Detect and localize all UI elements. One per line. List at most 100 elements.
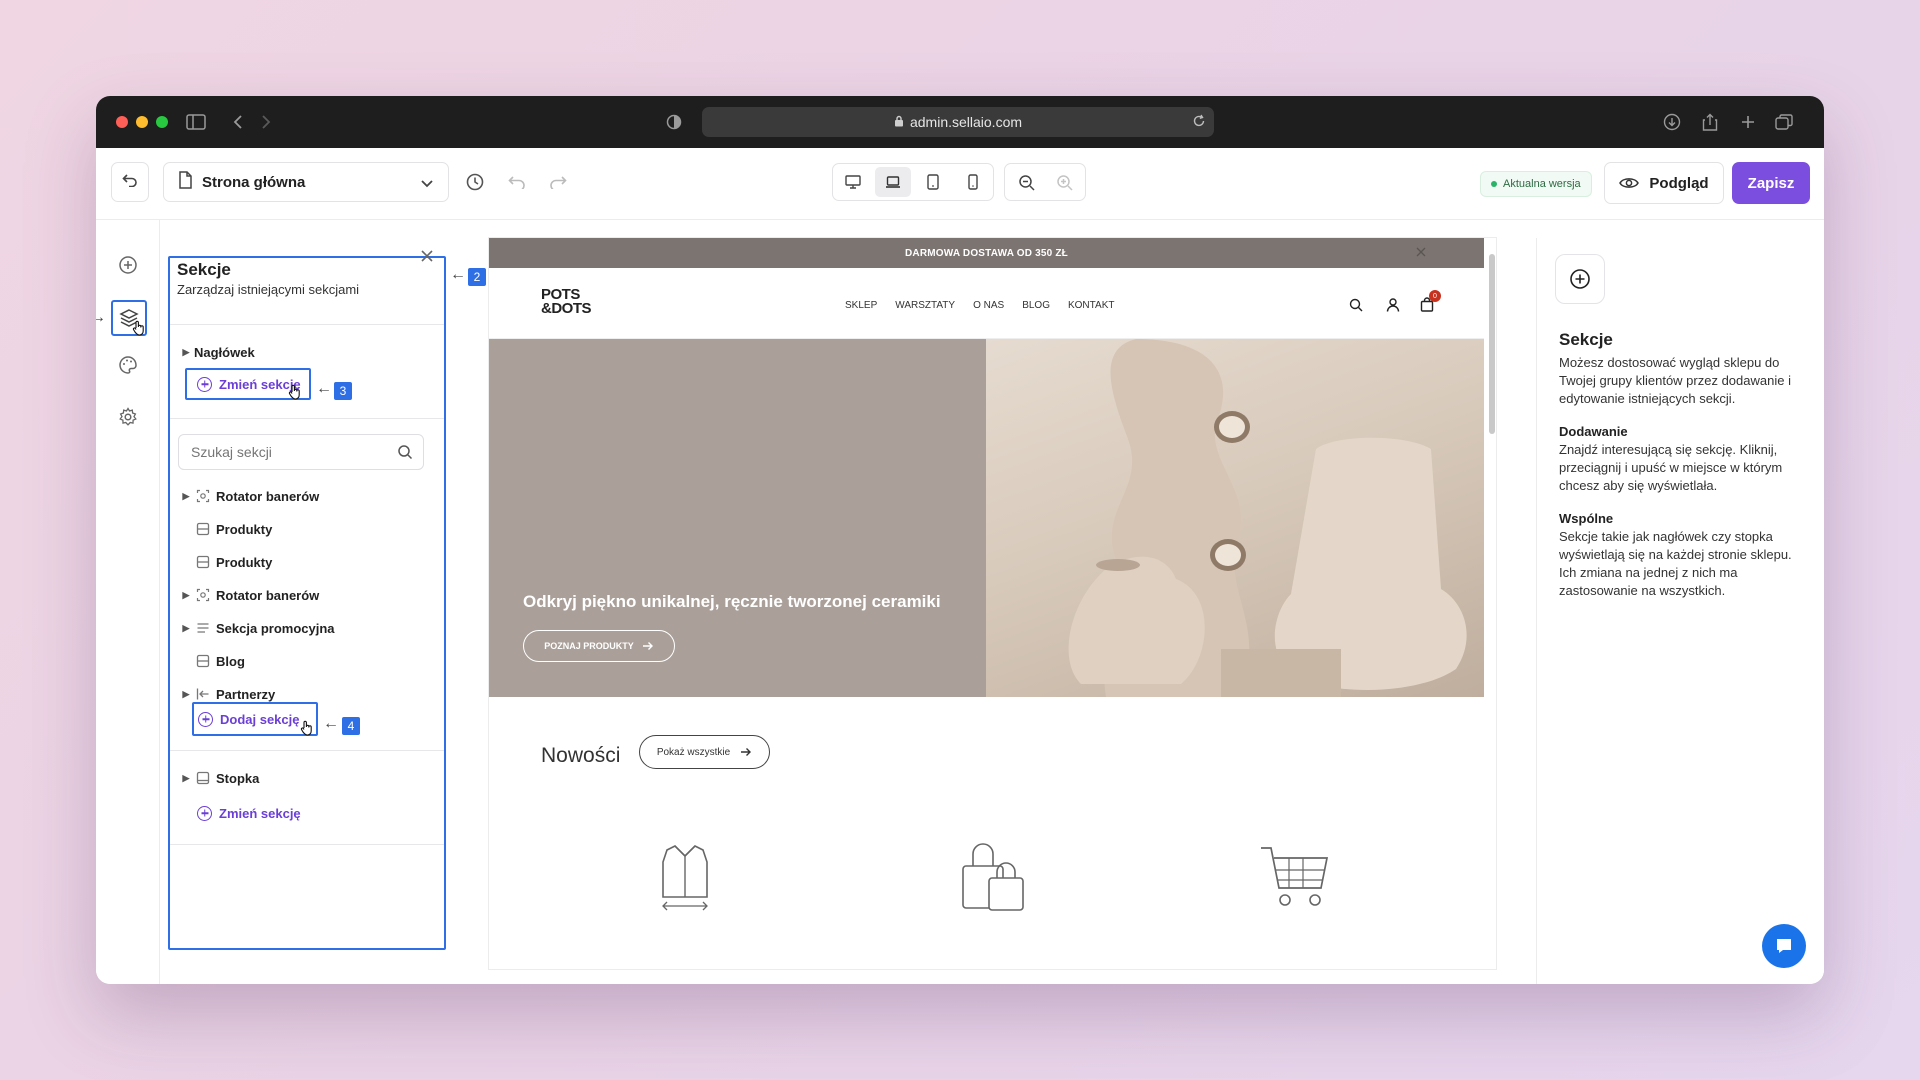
sidebar-toggle-icon[interactable] (184, 110, 208, 134)
layers-tool-button[interactable] (111, 300, 147, 336)
store-nav-link[interactable]: SKLEP (845, 300, 877, 311)
divider (170, 324, 444, 325)
minimize-window-button[interactable] (136, 116, 148, 128)
tablet-icon (927, 174, 939, 190)
section-header-row[interactable]: ▶ Nagłówek (178, 338, 255, 366)
desktop-view-button[interactable] (837, 168, 869, 196)
editor-toolbar: Strona główna Aktualna wersja Podgląd Za… (96, 148, 1824, 220)
add-section-button[interactable]: Dodaj sekcję (192, 702, 318, 736)
zoom-controls (1004, 163, 1086, 201)
change-header-section-button[interactable]: Zmień sekcję (185, 368, 311, 400)
section-label: Rotator banerów (216, 488, 320, 504)
zoom-out-button[interactable] (1013, 169, 1041, 197)
section-row[interactable]: Blog (178, 647, 245, 675)
chat-button[interactable] (1762, 924, 1806, 968)
theme-tool-button[interactable] (113, 350, 143, 380)
new-products-title: Nowości (541, 744, 621, 767)
forward-icon[interactable] (254, 110, 278, 134)
section-label: Stopka (216, 770, 260, 786)
palette-icon (119, 356, 137, 374)
history-icon (466, 173, 484, 191)
show-all-button[interactable]: Pokaż wszystkie (639, 735, 770, 769)
tabs-overview-icon[interactable] (1772, 110, 1796, 134)
page-select[interactable]: Strona główna (163, 162, 449, 202)
help-adding-title: Dodawanie (1559, 424, 1628, 439)
close-window-button[interactable] (116, 116, 128, 128)
search-input[interactable] (191, 444, 381, 460)
divider (170, 750, 444, 751)
exit-button[interactable] (111, 162, 149, 202)
page-select-label: Strona główna (202, 173, 306, 191)
section-row[interactable]: ▶ Rotator banerów (178, 581, 320, 609)
store-logo[interactable]: POTS &DOTS (541, 287, 592, 316)
store-nav-link[interactable]: WARSZTATY (895, 300, 955, 311)
section-icon (194, 553, 212, 571)
status-dot-icon (1491, 181, 1497, 187)
annotation-badge-4: 4 (342, 717, 360, 735)
download-icon[interactable] (1660, 110, 1684, 134)
panel-title: Sekcje (177, 260, 231, 279)
section-row[interactable]: Produkty (178, 548, 272, 576)
caret-right-icon[interactable]: ▶ (178, 590, 194, 601)
store-nav-link[interactable]: BLOG (1022, 300, 1050, 311)
user-icon[interactable] (1386, 298, 1400, 317)
new-tab-icon[interactable] (1736, 110, 1760, 134)
show-all-label: Pokaż wszystkie (656, 746, 731, 758)
maximize-window-button[interactable] (156, 116, 168, 128)
caret-right-icon[interactable]: ▶ (178, 623, 194, 634)
redo-button[interactable] (545, 169, 571, 195)
section-row[interactable]: ▶ Sekcja promocyjna (178, 614, 335, 642)
add-section-tool-button[interactable] (113, 250, 143, 280)
chevron-down-icon (420, 176, 434, 194)
share-icon[interactable] (1698, 110, 1722, 134)
section-row[interactable]: Produkty (178, 515, 272, 543)
save-button[interactable]: Zapisz (1732, 162, 1810, 204)
caret-right-icon[interactable]: ▶ (178, 491, 194, 502)
mobile-view-button[interactable] (957, 168, 989, 196)
reload-icon[interactable] (1192, 114, 1206, 131)
caret-right-icon[interactable]: ▶ (178, 689, 194, 700)
laptop-view-button[interactable] (875, 167, 911, 197)
back-icon[interactable] (226, 110, 250, 134)
store-nav-link[interactable]: O NAS (973, 300, 1004, 311)
settings-tool-button[interactable] (113, 402, 143, 432)
plus-circle-icon (197, 376, 212, 392)
zoom-in-button[interactable] (1051, 169, 1079, 197)
gear-icon (119, 407, 137, 426)
change-footer-section-button[interactable]: Zmień sekcję (197, 800, 301, 826)
shield-icon[interactable] (662, 110, 686, 134)
close-icon[interactable] (1416, 247, 1426, 260)
close-panel-button[interactable] (420, 249, 436, 265)
preview-button[interactable]: Podgląd (1604, 162, 1724, 204)
section-row[interactable]: ▶ Rotator banerów (178, 482, 320, 510)
history-button[interactable] (462, 169, 488, 195)
section-icon (194, 769, 212, 787)
close-icon (421, 250, 433, 262)
scrollbar-thumb[interactable] (1489, 254, 1495, 434)
store-nav-link[interactable]: KONTAKT (1068, 300, 1114, 311)
store-preview: DARMOWA DOSTAWA OD 350 ZŁ POTS &DOTS SKL… (488, 237, 1497, 970)
search-icon[interactable] (1349, 298, 1363, 317)
undo-button[interactable] (504, 169, 530, 195)
shopping-cart-icon (1259, 842, 1331, 915)
help-content: Sekcje Możesz dostosować wygląd sklepu d… (1559, 330, 1809, 600)
zoom-in-icon (1057, 175, 1073, 191)
section-footer-row[interactable]: ▶ Stopka (178, 764, 260, 792)
tablet-view-button[interactable] (917, 168, 949, 196)
mobile-icon (968, 174, 978, 190)
preview-button-label: Podgląd (1649, 174, 1709, 192)
address-bar[interactable]: admin.sellaio.com (702, 107, 1214, 137)
lines-icon (194, 619, 212, 637)
cursor-hand-icon (132, 320, 146, 341)
version-badge: Aktualna wersja (1480, 171, 1592, 197)
hero-banner: Odkryj piękno unikalnej, ręcznie tworzon… (489, 339, 1484, 697)
hero-cta-label: POZNAJ PRODUKTY (544, 641, 634, 651)
add-section-label: Dodaj sekcję (220, 711, 300, 727)
undo-icon (508, 176, 525, 189)
shopping-bag-icon (957, 838, 1029, 917)
preview-scrollbar[interactable] (1486, 238, 1496, 969)
search-sections-input[interactable] (178, 434, 424, 470)
divider (170, 844, 444, 845)
plus-circle-icon (197, 805, 212, 821)
hero-cta-button[interactable]: POZNAJ PRODUKTY (523, 630, 675, 662)
